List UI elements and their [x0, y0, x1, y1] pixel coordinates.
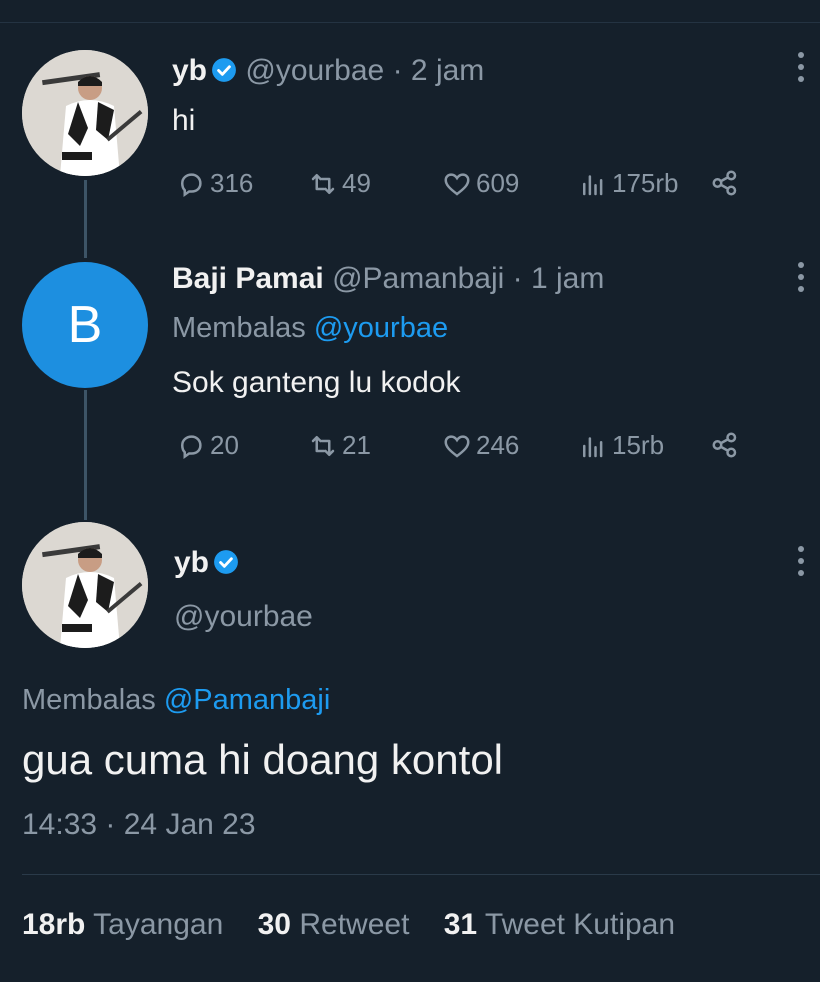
- views-icon: [583, 436, 603, 457]
- mention-link[interactable]: @yourbae: [314, 312, 448, 344]
- user-handle[interactable]: @Pamanbaji: [332, 262, 504, 295]
- thread-connector: [84, 180, 87, 258]
- retweets-stat-label[interactable]: Retweet: [299, 908, 409, 941]
- avatar-baji[interactable]: B: [22, 262, 148, 388]
- views-button[interactable]: 15rb: [578, 430, 664, 461]
- retweet-button[interactable]: 49: [308, 168, 371, 199]
- avatar-yb[interactable]: [22, 50, 148, 176]
- replying-to-label: Membalas: [22, 684, 156, 716]
- views-button[interactable]: 175rb: [578, 168, 679, 199]
- views-stat-count: 18rb: [22, 908, 86, 941]
- retweets-stat-count[interactable]: 30: [258, 908, 291, 941]
- like-button[interactable]: 609: [442, 168, 519, 199]
- tweet-timestamp[interactable]: 14:33 · 24 Jan 23: [22, 808, 256, 842]
- more-vertical-icon[interactable]: [798, 262, 806, 298]
- user-handle[interactable]: @yourbae: [174, 600, 313, 634]
- quotes-stat-count[interactable]: 31: [444, 908, 477, 941]
- share-icon: [712, 432, 737, 458]
- verified-badge-icon: [214, 550, 238, 574]
- reply-count: 20: [210, 430, 239, 460]
- verified-badge-icon: [212, 58, 236, 82]
- display-name[interactable]: Baji Pamai: [172, 262, 324, 295]
- heart-icon: [444, 172, 470, 196]
- reply-count: 316: [210, 168, 254, 198]
- reply-icon: [180, 172, 202, 197]
- share-icon: [712, 170, 737, 196]
- replying-to: Membalas @yourbae: [172, 312, 448, 345]
- display-name[interactable]: yb: [174, 546, 209, 579]
- views-count: 15rb: [612, 430, 665, 460]
- stats-divider: [22, 874, 820, 875]
- retweet-button[interactable]: 21: [308, 430, 371, 461]
- main-tweet-name[interactable]: yb: [174, 546, 239, 580]
- retweet-count: 21: [342, 430, 371, 460]
- like-count: 609: [476, 168, 520, 198]
- user-handle[interactable]: @yourbae: [245, 54, 384, 87]
- retweet-icon: [311, 435, 335, 456]
- share-button[interactable]: [710, 168, 740, 198]
- tweet-text: hi: [172, 104, 196, 137]
- separator-dot: ·: [512, 262, 523, 295]
- views-count: 175rb: [612, 168, 679, 198]
- top-divider: [0, 22, 820, 23]
- quotes-stat-label[interactable]: Tweet Kutipan: [485, 908, 675, 941]
- views-stat-label: Tayangan: [93, 908, 224, 941]
- mention-link[interactable]: @Pamanbaji: [164, 684, 330, 716]
- relative-time[interactable]: 1 jam: [531, 262, 604, 295]
- tweet-header: Baji Pamai @Pamanbaji · 1 jam: [172, 262, 604, 296]
- tweet-thread-page: yb @yourbae · 2 jam hi 316 49 609 175rb …: [0, 0, 820, 982]
- tweet-stats: 18rb Tayangan 30 Retweet 31 Tweet Kutipa…: [22, 908, 701, 942]
- views-icon: [583, 174, 603, 195]
- separator-dot: ·: [392, 54, 403, 87]
- display-name[interactable]: yb: [172, 54, 207, 87]
- like-button[interactable]: 246: [442, 430, 519, 461]
- replying-to-label: Membalas: [172, 312, 306, 344]
- tweet-text: Sok ganteng lu kodok: [172, 366, 461, 399]
- retweet-icon: [311, 173, 335, 194]
- reply-button[interactable]: 20: [176, 430, 239, 461]
- avatar-yb[interactable]: [22, 522, 148, 648]
- retweet-count: 49: [342, 168, 371, 198]
- reply-icon: [180, 434, 202, 459]
- like-count: 246: [476, 430, 520, 460]
- share-button[interactable]: [710, 430, 740, 460]
- more-vertical-icon[interactable]: [798, 546, 806, 582]
- reply-button[interactable]: 316: [176, 168, 253, 199]
- relative-time[interactable]: 2 jam: [411, 54, 484, 87]
- thread-connector: [84, 390, 87, 520]
- more-vertical-icon[interactable]: [798, 52, 806, 88]
- replying-to: Membalas @Pamanbaji: [22, 684, 330, 717]
- tweet-header: yb @yourbae · 2 jam: [172, 54, 484, 88]
- heart-icon: [444, 434, 470, 458]
- main-tweet-text: gua cuma hi doang kontol: [22, 736, 504, 783]
